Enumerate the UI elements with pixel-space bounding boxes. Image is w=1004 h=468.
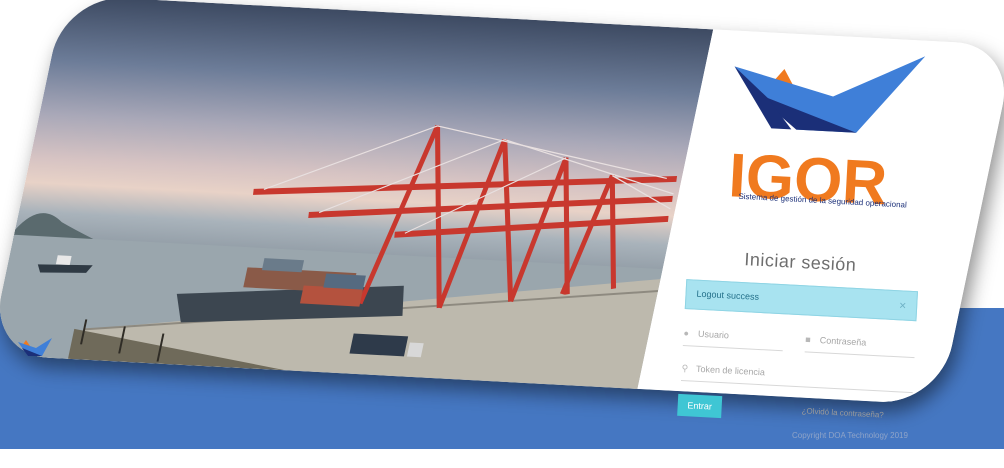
port-photo [0,0,714,389]
page-title: Iniciar sesión [743,249,857,275]
key-icon: ⚲ [681,362,689,374]
alert-message: Logout success [696,288,760,302]
password-placeholder: Contraseña [819,335,867,348]
logout-alert: Logout success × [684,279,919,322]
port-illustration [0,125,678,389]
copyright-text: Copyright DOA Technology 2019 [792,431,908,440]
username-placeholder: Usuario [697,328,730,341]
close-icon[interactable]: × [899,298,907,312]
login-form: IGOR Sistema de gestión de la seguridad … [639,32,961,467]
lock-icon: ■ [805,334,812,345]
forgot-password-link[interactable]: ¿Olvidó la contraseña? [801,406,884,419]
user-icon: ● [683,328,690,339]
password-field[interactable]: ■ Contraseña [804,330,916,359]
token-field[interactable]: ⚲ Token de licencia [680,358,914,394]
mini-logo-icon [18,338,52,356]
submit-button[interactable]: Entrar [677,393,723,419]
token-placeholder: Token de licencia [695,363,766,378]
username-field[interactable]: ● Usuario [682,324,784,352]
